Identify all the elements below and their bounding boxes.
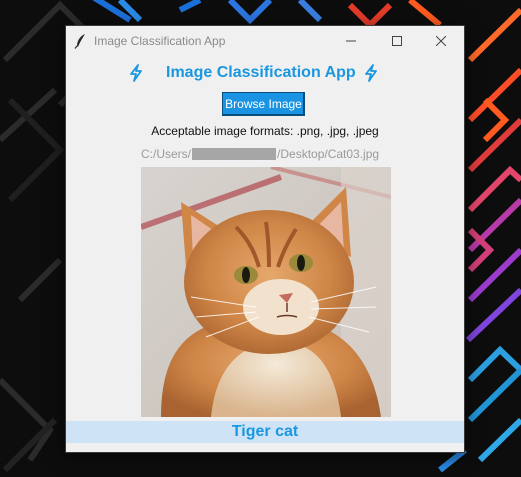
maximize-icon <box>392 36 402 46</box>
maximize-button[interactable] <box>374 26 420 56</box>
cat-photo <box>141 167 391 417</box>
classified-image <box>141 167 391 417</box>
lightning-bolt-icon <box>130 64 142 82</box>
app-header: Image Classification App <box>66 62 464 84</box>
app-window: Image Classification App Image Classific… <box>65 25 465 453</box>
lightning-bolt-icon <box>365 64 377 82</box>
close-icon <box>436 36 446 46</box>
file-path-label: C:/Users/ /Desktop/Cat03.jpg <box>141 147 379 161</box>
close-button[interactable] <box>418 26 464 56</box>
window-title: Image Classification App <box>94 34 226 48</box>
redacted-username <box>192 148 277 160</box>
minimize-icon <box>346 40 356 42</box>
app-title: Image Classification App <box>166 64 356 81</box>
file-path-suffix: /Desktop/Cat03.jpg <box>277 147 380 161</box>
file-path-prefix: C:/Users/ <box>141 147 192 161</box>
title-bar[interactable]: Image Classification App <box>66 26 464 56</box>
formats-label: Acceptable image formats: .png, .jpg, .j… <box>151 124 379 138</box>
browse-image-button[interactable]: Browse Image <box>222 92 305 116</box>
feather-icon <box>74 34 85 49</box>
classification-result: Tiger cat <box>66 421 464 443</box>
minimize-button[interactable] <box>328 26 374 56</box>
